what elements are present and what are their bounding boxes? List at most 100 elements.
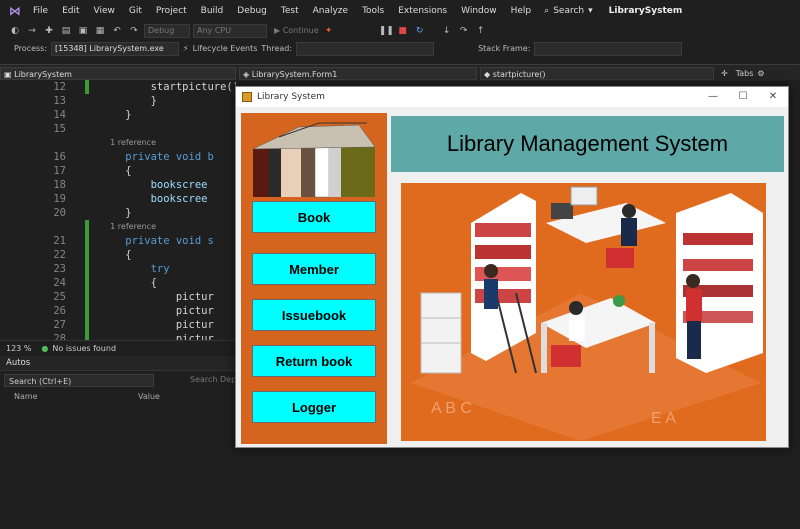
column-value[interactable]: Value xyxy=(138,392,160,401)
project-combo[interactable]: ▣ LibrarySystem xyxy=(0,66,236,80)
code-editor[interactable]: 12 startpicture(); 13 } 14 } 15 1 reference… xyxy=(0,80,236,340)
code-text: { xyxy=(100,165,132,177)
member-combo[interactable]: ◆ startpicture() xyxy=(480,66,714,80)
search-depth-label[interactable]: Search Dept xyxy=(190,375,239,384)
code-line[interactable]: 15 xyxy=(0,122,236,136)
code-text: 1 reference xyxy=(100,222,157,231)
code-line[interactable]: 13 } xyxy=(0,94,236,108)
menu-file[interactable]: File xyxy=(26,6,55,16)
open-folder-icon[interactable]: ▤ xyxy=(59,25,73,37)
save-all-icon[interactable]: ▦ xyxy=(93,25,107,37)
lifecycle-events-icon[interactable]: ⚡ xyxy=(183,44,189,53)
stack-frame-select[interactable] xyxy=(534,41,683,56)
code-line[interactable]: 28 pictur xyxy=(0,332,236,340)
minimize-icon[interactable]: — xyxy=(698,87,728,107)
code-line[interactable]: 24 { xyxy=(0,276,236,290)
tabs-label[interactable]: Tabs xyxy=(736,69,754,78)
menu-edit[interactable]: Edit xyxy=(55,6,86,16)
code-line[interactable]: 25 pictur xyxy=(0,290,236,304)
code-line[interactable]: 27 pictur xyxy=(0,318,236,332)
configuration-select[interactable]: Debug xyxy=(144,23,190,38)
code-line[interactable]: 21 private void s xyxy=(0,234,236,248)
menu-window[interactable]: Window xyxy=(454,6,504,16)
process-select[interactable]: [15348] LibrarySystem.exe xyxy=(51,41,180,56)
close-icon[interactable]: ✕ xyxy=(758,87,788,107)
autos-search-input[interactable]: Search (Ctrl+E) xyxy=(4,374,154,387)
debug-location-toolbar: Process: [15348] LibrarySystem.exe ⚡ Lif… xyxy=(0,40,800,57)
line-number: 26 xyxy=(53,305,66,317)
new-item-icon[interactable]: ✚ xyxy=(42,25,56,37)
code-line[interactable]: 12 startpicture(); xyxy=(0,80,236,94)
visual-studio-logo-icon[interactable]: ⋈ xyxy=(4,0,26,22)
gear-icon[interactable]: ⚙ xyxy=(757,69,764,78)
redo-icon[interactable]: ↷ xyxy=(127,25,141,37)
menu-extensions[interactable]: Extensions xyxy=(391,6,454,16)
code-line[interactable]: 22 { xyxy=(0,248,236,262)
issuebook-button[interactable]: Issuebook xyxy=(252,299,376,331)
split-icon[interactable]: ✛ xyxy=(721,69,728,78)
book-button[interactable]: Book xyxy=(252,201,376,233)
code-line[interactable]: 23 try xyxy=(0,262,236,276)
check-icon: ● xyxy=(41,343,49,353)
menu-test[interactable]: Test xyxy=(274,6,306,16)
menu-tools[interactable]: Tools xyxy=(355,6,391,16)
code-text: pictur xyxy=(100,291,214,303)
navigate-forward-icon[interactable]: → xyxy=(25,25,39,37)
line-number: 25 xyxy=(53,291,66,303)
code-line[interactable]: 17 { xyxy=(0,164,236,178)
issues-status[interactable]: No issues found xyxy=(52,344,116,353)
code-line[interactable]: 1 reference xyxy=(0,220,236,234)
maximize-icon[interactable]: ☐ xyxy=(728,87,758,107)
solution-name: LibrarySystem xyxy=(608,6,683,16)
step-into-icon[interactable]: ↓ xyxy=(440,25,454,37)
code-line[interactable]: 1 reference xyxy=(0,136,236,150)
logger-button[interactable]: Logger xyxy=(252,391,376,423)
line-number: 27 xyxy=(53,319,66,331)
class-combo[interactable]: ◈ LibrarySystem.Form1 xyxy=(239,66,477,80)
menu-git[interactable]: Git xyxy=(122,6,149,16)
code-line[interactable]: 14 } xyxy=(0,108,236,122)
return-book-button[interactable]: Return book xyxy=(252,345,376,377)
continue-label: Continue xyxy=(282,26,319,35)
continue-button[interactable]: ▶ Continue xyxy=(274,26,319,35)
code-text: pictur xyxy=(100,333,214,340)
search-button[interactable]: ⌕ Search ▾ xyxy=(544,6,593,16)
process-label: Process: xyxy=(14,44,48,53)
menu-build[interactable]: Build xyxy=(194,6,231,16)
navigate-back-icon[interactable]: ◐ xyxy=(8,25,22,37)
column-name[interactable]: Name xyxy=(14,392,38,401)
line-number: 22 xyxy=(53,249,66,261)
hot-reload-icon[interactable]: ✦ xyxy=(322,25,336,37)
member-button[interactable]: Member xyxy=(252,253,376,285)
save-icon[interactable]: ▣ xyxy=(76,25,90,37)
books-logo xyxy=(252,122,376,198)
menu-project[interactable]: Project xyxy=(149,6,194,16)
code-line[interactable]: 16 private void b xyxy=(0,150,236,164)
code-line[interactable]: 18 bookscree xyxy=(0,178,236,192)
line-number: 28 xyxy=(53,333,66,340)
restart-icon[interactable]: ↻ xyxy=(413,25,427,37)
class-combo-label: LibrarySystem.Form1 xyxy=(251,69,338,79)
code-text: { xyxy=(100,277,157,289)
step-out-icon[interactable]: ↑ xyxy=(474,25,488,37)
pause-icon[interactable]: ❚❚ xyxy=(379,25,394,37)
standard-toolbar: ◐ → ✚ ▤ ▣ ▦ ↶ ↷ Debug Any CPU ▶ Continue… xyxy=(0,22,800,39)
library-illustration: A B C E A xyxy=(401,183,766,441)
code-line[interactable]: 26 pictur xyxy=(0,304,236,318)
undo-icon[interactable]: ↶ xyxy=(110,25,124,37)
zoom-level[interactable]: 123 % xyxy=(6,344,31,353)
menu-help[interactable]: Help xyxy=(504,6,539,16)
code-line[interactable]: 19 bookscree xyxy=(0,192,236,206)
code-line[interactable]: 20 } xyxy=(0,206,236,220)
platform-select[interactable]: Any CPU xyxy=(193,23,267,38)
menu-debug[interactable]: Debug xyxy=(230,6,274,16)
line-number: 12 xyxy=(53,81,66,93)
menu-analyze[interactable]: Analyze xyxy=(306,6,355,16)
lifecycle-events-label[interactable]: Lifecycle Events xyxy=(193,44,258,53)
floor-letter-decoration: E A xyxy=(651,410,676,427)
stop-icon[interactable]: ■ xyxy=(396,25,410,37)
menu-view[interactable]: View xyxy=(87,6,122,16)
thread-select[interactable] xyxy=(296,41,435,56)
code-text: startpicture(); xyxy=(100,81,236,93)
step-over-icon[interactable]: ↷ xyxy=(457,25,471,37)
